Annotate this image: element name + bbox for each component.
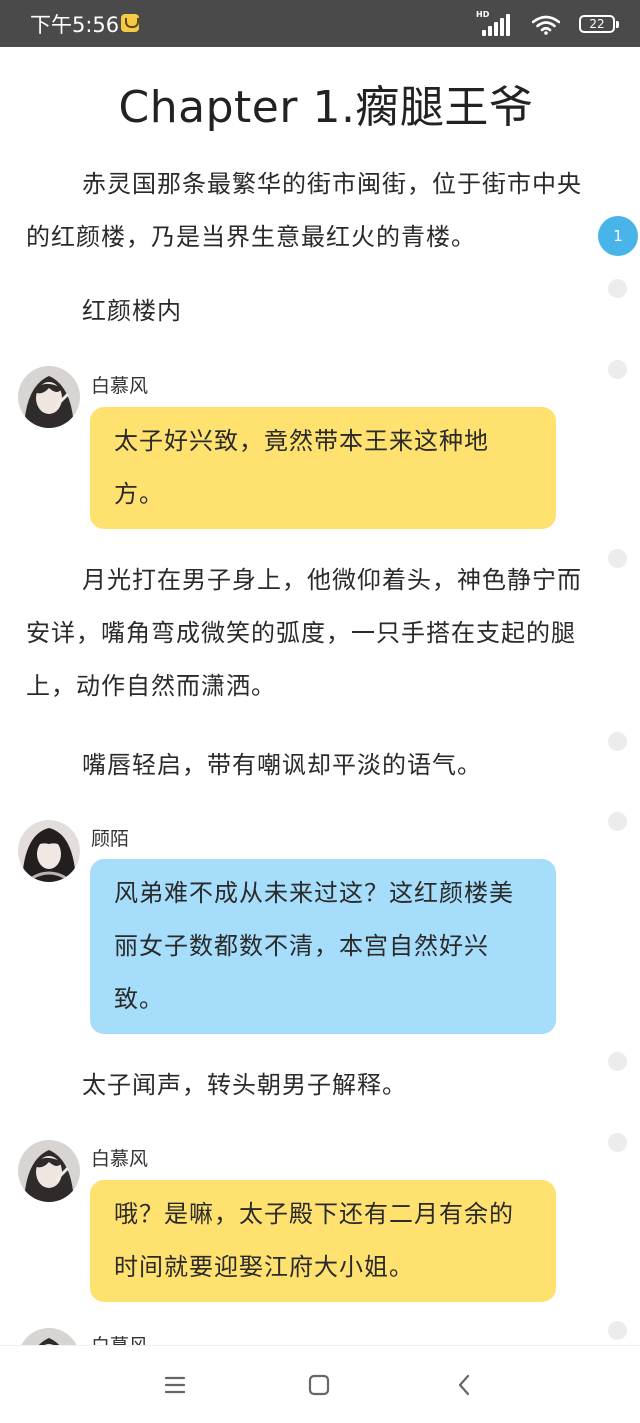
signal-icon: HD — [476, 10, 510, 36]
character-avatar-icon — [18, 1328, 80, 1345]
status-bar: 下午5:56 HD 22 — [0, 0, 640, 47]
back-icon[interactable] — [450, 1370, 480, 1400]
character-avatar-icon — [18, 366, 80, 428]
paragraph-comment-marker[interactable] — [608, 1321, 627, 1340]
speaker-name: 顾陌 — [91, 828, 130, 850]
paragraph-comment-marker[interactable] — [608, 1052, 627, 1071]
reader-content[interactable]: Chapter 1.瘸腿王爷 赤灵国那条最繁华的街市闽街，位于街市中央的红颜楼，… — [0, 47, 640, 1345]
paragraph-comment-marker[interactable] — [608, 360, 627, 379]
paragraph-comment-marker[interactable] — [608, 279, 627, 298]
story-paragraph: 太子闻声，转头朝男子解释。 — [82, 1071, 407, 1099]
menu-icon[interactable] — [160, 1370, 190, 1400]
wifi-icon — [532, 15, 560, 35]
avatar[interactable] — [18, 366, 80, 428]
system-nav-bar — [0, 1345, 640, 1423]
speaker-name: 白慕风 — [91, 1148, 149, 1170]
avatar[interactable] — [18, 820, 80, 882]
avatar[interactable] — [18, 1328, 80, 1345]
speaker-name: 白慕风 — [91, 1331, 148, 1345]
dialogue-bubble: 风弟难不成从未来过这？这红颜楼美丽女子数都数不清，本宫自然好兴致。 — [90, 859, 556, 1034]
paragraph-comment-marker[interactable] — [608, 1133, 627, 1152]
dialogue-bubble: 哦？是嘛，太子殿下还有二月有余的时间就要迎娶江府大小姐。 — [90, 1180, 556, 1302]
character-avatar-icon — [18, 820, 80, 882]
paragraph-comment-marker[interactable] — [608, 812, 627, 831]
battery-icon: 22 — [579, 15, 619, 33]
battery-level: 22 — [589, 17, 605, 31]
paragraph-comment-marker-active[interactable]: 1 — [598, 216, 638, 256]
story-paragraph: 红颜楼内 — [82, 297, 182, 325]
network-type-label: HD — [476, 10, 490, 19]
home-icon[interactable] — [304, 1370, 334, 1400]
speaker-name: 白慕风 — [91, 375, 149, 397]
avatar[interactable] — [18, 1140, 80, 1202]
story-paragraph: 赤灵国那条最繁华的街市闽街，位于街市中央的红颜楼，乃是当界生意最红火的青楼。 — [26, 170, 582, 251]
paragraph-comment-marker[interactable] — [608, 732, 627, 751]
chapter-title: Chapter 1.瘸腿王爷 — [118, 82, 534, 133]
status-time: 下午5:56 — [30, 13, 120, 37]
story-paragraph: 嘴唇轻启，带有嘲讽却平淡的语气。 — [82, 751, 482, 779]
character-avatar-icon — [18, 1140, 80, 1202]
story-paragraph: 月光打在男子身上，他微仰着头，神色静宁而安详，嘴角弯成微笑的弧度，一只手搭在支起… — [26, 566, 582, 700]
app-notification-icon — [121, 14, 139, 32]
dialogue-bubble: 太子好兴致，竟然带本王来这种地方。 — [90, 407, 556, 529]
paragraph-comment-marker[interactable] — [608, 549, 627, 568]
